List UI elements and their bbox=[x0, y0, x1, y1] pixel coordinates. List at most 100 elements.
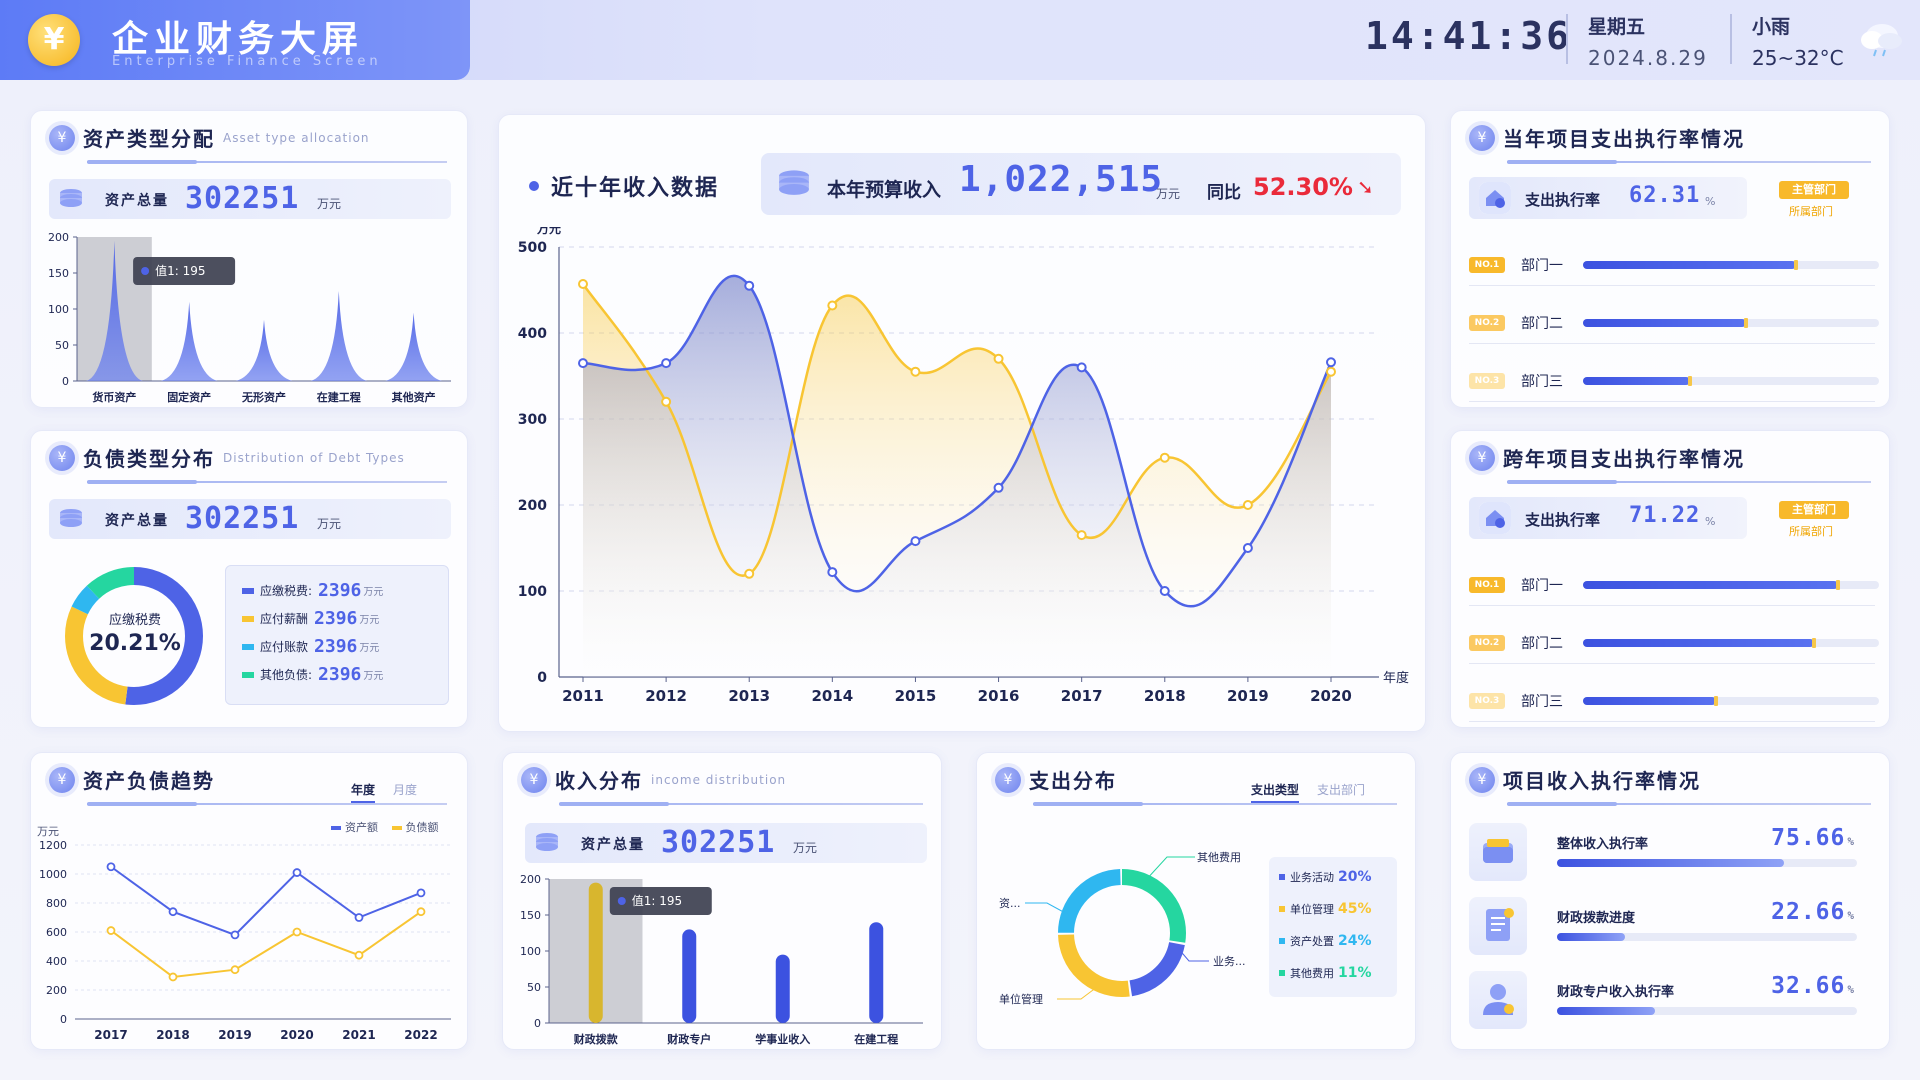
progress-fill bbox=[1557, 859, 1784, 867]
weather-label: 小雨 bbox=[1752, 16, 1791, 38]
y-tick-label: 150 bbox=[520, 909, 541, 922]
legend-item: 应付账款 2396 万元 bbox=[242, 636, 379, 658]
x-tick-label: 2016 bbox=[978, 687, 1020, 705]
total-label: 资产总量 bbox=[105, 193, 169, 209]
row-divider bbox=[1469, 401, 1875, 402]
asset-allocation-panel: ¥ 资产类型分配 Asset type allocation 资产总量 302251… bbox=[30, 110, 468, 408]
date-label: 2024.8.29 bbox=[1588, 46, 1708, 70]
y-tick-label: 100 bbox=[48, 303, 69, 316]
dept-row: NO.3 部门三 bbox=[1469, 683, 1879, 723]
rate-value: 71.22 bbox=[1629, 503, 1701, 528]
income-bar-chart: 0 50 100 150 200 财政拨款 财政专户 学事业收入 在建工程 值1: 195 bbox=[520, 873, 923, 1046]
legend-swatch bbox=[242, 615, 254, 622]
legend-swatch bbox=[1279, 874, 1285, 880]
legend-label: 应缴税费: bbox=[260, 584, 313, 598]
x-tick-label: 2019 bbox=[218, 1028, 251, 1042]
rank-badge: NO.3 bbox=[1469, 373, 1505, 389]
panel-title: ¥ 收入分布 income distribution bbox=[521, 765, 786, 805]
dept-name: 部门一 bbox=[1521, 578, 1563, 594]
title-underline bbox=[87, 480, 447, 484]
y-tick-label: 1000 bbox=[39, 868, 67, 881]
data-point-blue bbox=[993, 482, 1004, 493]
legend-swatch bbox=[242, 643, 254, 650]
tooltip-text: 值1: 195 bbox=[155, 263, 205, 278]
dept-sub-label[interactable]: 所属部门 bbox=[1789, 523, 1833, 539]
dept-sub-label[interactable]: 所属部门 bbox=[1789, 203, 1833, 219]
total-value: 302251 bbox=[661, 825, 776, 860]
income-rate-label: 整体收入执行率 bbox=[1557, 837, 1649, 852]
panel-title: ¥ 支出分布 bbox=[995, 765, 1117, 805]
progress-fill bbox=[1557, 1007, 1655, 1015]
header-bar: ¥ 企业财务大屏 Enterprise Finance Screen 14:41… bbox=[0, 0, 1920, 80]
income-area-chart: 0 100 200 300 400 500 万元年度 2011 2012 2013 2014 2015… bbox=[518, 227, 1409, 705]
legend-item: 单位管理 45% bbox=[1279, 901, 1372, 917]
tab-expense-dept[interactable]: 支出部门 bbox=[1317, 781, 1365, 798]
total-bar: 资产总量 302251 万元 bbox=[49, 179, 451, 219]
dept-row: NO.1 部门一 bbox=[1469, 247, 1879, 287]
dept-tag-badge[interactable]: 主管部门 bbox=[1779, 501, 1849, 519]
legend-item: 应付薪酬 2396 万元 bbox=[242, 608, 379, 630]
rate-row: 支出执行率 62.31 % bbox=[1469, 177, 1747, 219]
data-point-yellow bbox=[744, 568, 755, 579]
data-point-blue bbox=[1242, 543, 1253, 553]
spike-mark bbox=[160, 301, 218, 381]
panel-title-text: 当年项目支出执行率情况 bbox=[1503, 127, 1745, 151]
x-tick-label: 其他资产 bbox=[392, 390, 436, 404]
income-rate-value: 32.66% bbox=[1771, 973, 1855, 999]
dept-tag-badge[interactable]: 主管部门 bbox=[1779, 181, 1849, 199]
budget-label: 本年预算收入 bbox=[827, 179, 942, 201]
legend-swatch bbox=[1279, 906, 1285, 912]
progress-fill bbox=[1583, 638, 1816, 648]
bar-mark bbox=[682, 929, 697, 1023]
panel-title: ¥ 当年项目支出执行率情况 bbox=[1469, 123, 1745, 163]
y-tick-label: 800 bbox=[46, 897, 67, 910]
rate-label: 支出执行率 bbox=[1525, 511, 1601, 529]
yen-icon: ¥ bbox=[521, 766, 547, 793]
dept-row: NO.1 部门一 bbox=[1469, 567, 1879, 607]
y-tick-label: 200 bbox=[520, 873, 541, 886]
total-unit: 万元 bbox=[793, 841, 818, 855]
panel-title-text: 项目收入执行率情况 bbox=[1503, 769, 1701, 793]
tab-year[interactable]: 年度 bbox=[351, 781, 376, 803]
x-tick-label: 货币资产 bbox=[91, 390, 136, 404]
wallet-icon bbox=[1469, 823, 1527, 881]
x-tick-label: 2013 bbox=[728, 687, 770, 705]
y-tick-label: 300 bbox=[518, 412, 547, 428]
income-distribution-panel: ¥ 收入分布 income distribution 资产总量 302251 万元 … bbox=[502, 752, 942, 1050]
donut-center-label: 应缴税费 bbox=[108, 613, 161, 628]
asset-liability-trend-panel: ¥ 资产负债趋势 年度 月度 资产额 负债额 万元 0 200 400 600 800 1000… bbox=[30, 752, 468, 1050]
coin-stack-icon bbox=[60, 189, 82, 207]
data-point-blue bbox=[910, 536, 921, 547]
dept-row: NO.3 部门三 bbox=[1469, 363, 1879, 403]
callout-label: 其他费用 bbox=[1197, 851, 1241, 864]
yen-logo-icon: ¥ bbox=[28, 14, 80, 66]
rank-badge: NO.2 bbox=[1469, 315, 1505, 331]
title-underline bbox=[1507, 160, 1871, 164]
progress-track bbox=[1583, 580, 1879, 590]
trend-tabs: 年度 月度 bbox=[351, 781, 417, 803]
legend-unit: 万元 bbox=[359, 615, 380, 626]
title-underline bbox=[87, 802, 447, 806]
spike-mark bbox=[310, 291, 368, 381]
x-tick-label: 2011 bbox=[562, 687, 604, 705]
title-underline bbox=[1033, 802, 1397, 806]
tab-month[interactable]: 月度 bbox=[393, 781, 417, 798]
coin-stack-icon bbox=[779, 170, 809, 195]
panel-title-text: 负债类型分布 bbox=[83, 447, 215, 471]
income-rate-value: 22.66% bbox=[1771, 899, 1855, 925]
y-tick-label: 200 bbox=[48, 231, 69, 244]
progress-track bbox=[1583, 318, 1879, 328]
x-tick-label: 2018 bbox=[156, 1028, 189, 1042]
yoy-label: 同比 bbox=[1207, 183, 1241, 203]
panel-title: ¥ 资产负债趋势 bbox=[49, 765, 215, 805]
spike-mark bbox=[235, 319, 293, 381]
y-tick-label: 50 bbox=[527, 981, 541, 994]
tab-expense-type[interactable]: 支出类型 bbox=[1251, 781, 1300, 803]
data-point bbox=[168, 972, 178, 982]
data-point-blue bbox=[744, 280, 755, 291]
data-point-blue bbox=[827, 567, 838, 578]
x-tick-label: 学事业收入 bbox=[755, 1032, 810, 1046]
data-point bbox=[292, 868, 302, 877]
rain-cloud-icon bbox=[1861, 24, 1902, 57]
budget-bar: 本年预算收入 1,022,515 万元 同比 52.30% ➘ bbox=[761, 153, 1401, 215]
